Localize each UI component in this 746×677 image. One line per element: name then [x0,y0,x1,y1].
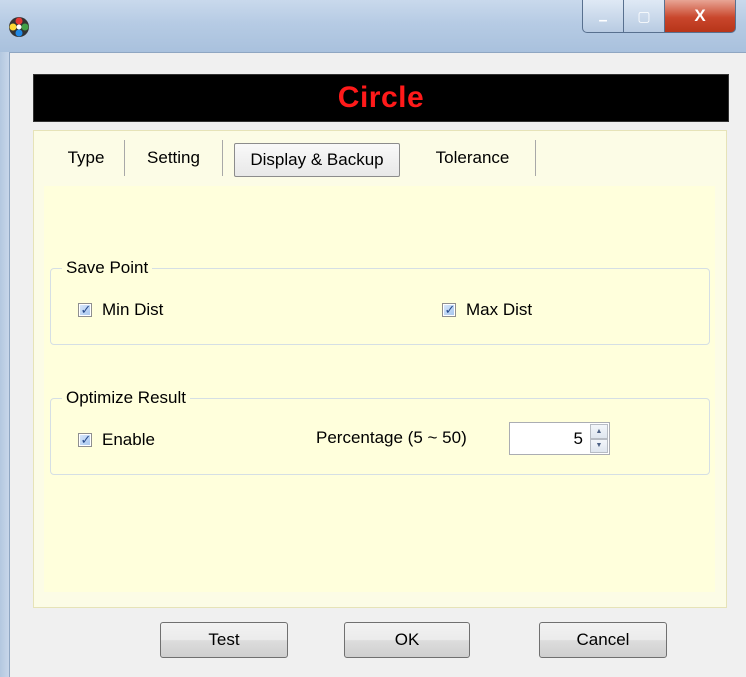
optimize-result-title: Optimize Result [62,388,190,408]
close-icon: X [694,6,706,25]
max-dist-check-box[interactable]: ✓ [442,302,456,317]
cancel-button-label: Cancel [576,630,630,649]
tab-setting[interactable]: Setting [125,140,223,176]
spin-buttons: ▲ ▼ [590,424,608,453]
enable-check-box[interactable]: ✓ [78,432,92,447]
enable-checkbox[interactable]: ✓ Enable [78,430,155,450]
tab-tolerance-label: Tolerance [435,148,510,167]
spin-up-button[interactable]: ▲ [590,424,608,439]
min-dist-checkbox[interactable]: ✓ Min Dist [78,300,163,320]
minimize-button[interactable]: ▁ [582,0,624,33]
ok-button-label: OK [394,630,420,649]
arrow-down-icon: ▼ [595,442,603,450]
banner-title: Circle [337,81,425,114]
enable-label: Enable [102,430,155,449]
cancel-button[interactable]: Cancel [539,622,667,658]
window-controls: ▁ ▢ X [582,0,736,34]
maximize-icon: ▢ [637,7,651,24]
arrow-up-icon: ▲ [595,427,603,435]
tab-tolerance[interactable]: Tolerance [410,140,536,176]
app-icon [9,17,29,37]
title-bar: ▁ ▢ X [0,0,746,53]
max-dist-checkbox[interactable]: ✓ Max Dist [442,300,532,320]
min-dist-label: Min Dist [102,300,164,319]
max-dist-label: Max Dist [466,300,533,319]
save-point-title: Save Point [62,258,153,278]
tab-display-backup-label: Display & Backup [250,150,384,169]
tab-type-label: Type [67,148,105,167]
check-icon: ✓ [80,432,92,447]
tab-setting-label: Setting [147,148,200,167]
test-button-label: Test [208,630,240,649]
title-banner: Circle [33,74,729,122]
ok-button[interactable]: OK [344,622,470,658]
minimize-icon: ▁ [599,10,607,22]
percentage-spinbox[interactable]: 5 ▲ ▼ [509,422,610,455]
spin-down-button[interactable]: ▼ [590,438,608,453]
tab-display-backup[interactable]: Display & Backup [234,143,400,177]
close-button[interactable]: X [665,0,736,33]
test-button[interactable]: Test [160,622,288,658]
percentage-label: Percentage (5 ~ 50) [316,428,467,447]
check-icon: ✓ [444,302,456,317]
min-dist-check-box[interactable]: ✓ [78,302,92,317]
check-icon: ✓ [80,302,92,317]
tab-type[interactable]: Type [48,140,125,176]
window-frame-left [0,52,10,677]
percentage-value[interactable]: 5 [574,429,583,449]
maximize-button[interactable]: ▢ [624,0,665,33]
